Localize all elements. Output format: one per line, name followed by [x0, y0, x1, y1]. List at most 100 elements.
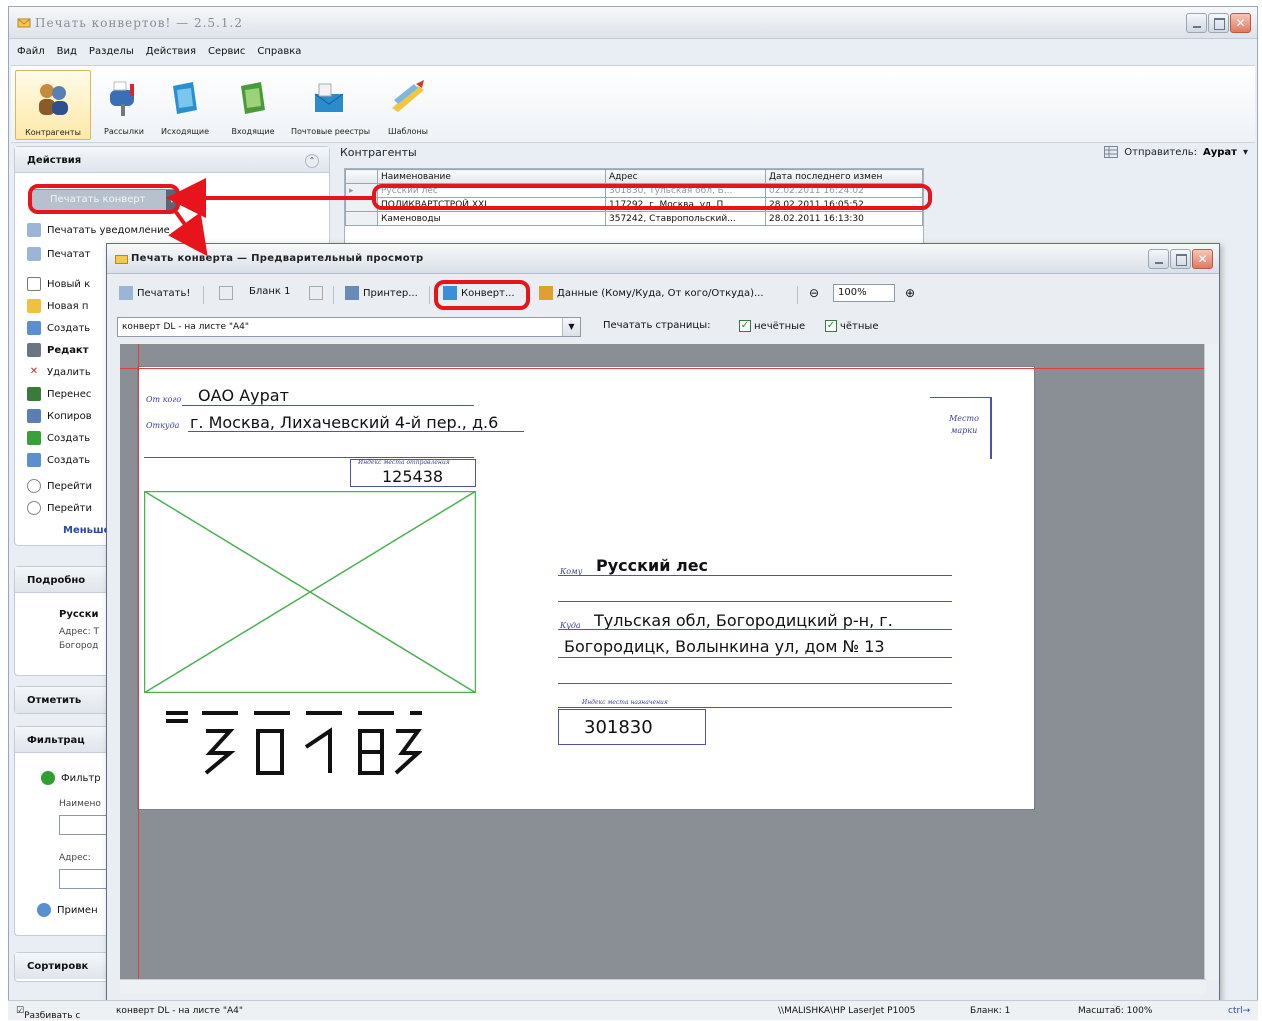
- pencil-icon: [539, 286, 553, 300]
- window-title: Печать конвертов! — 2.5.1.2: [35, 16, 243, 30]
- annotation-highlight-print: [28, 184, 180, 214]
- sender-index-label: Индекс места отправления: [358, 459, 450, 466]
- sender-selector[interactable]: Отправитель: Аурат ▾: [1104, 146, 1248, 158]
- from-label: От кого: [146, 395, 182, 404]
- action-label: Перенес: [47, 388, 92, 400]
- action-goto-1[interactable]: Перейти: [27, 479, 92, 493]
- menu-sections[interactable]: Разделы: [89, 46, 134, 57]
- arrow-right-icon: [309, 286, 323, 300]
- less-link[interactable]: Меньше: [63, 525, 110, 536]
- ribbon-incoming[interactable]: Входящие: [223, 70, 283, 140]
- copy-icon: [27, 409, 41, 423]
- apply-filter-button[interactable]: Примен: [37, 903, 98, 917]
- odd-pages-label: нечётные: [754, 320, 806, 332]
- column-address[interactable]: Адрес: [605, 169, 766, 184]
- to-value: Русский лес: [596, 556, 709, 575]
- print-notice-action[interactable]: Печатать уведомление: [27, 223, 170, 237]
- ribbon-outgoing[interactable]: Исходящие: [155, 70, 215, 140]
- template-value: конверт DL - на листе "A4": [122, 322, 250, 332]
- printer-button[interactable]: Принтер...: [345, 286, 418, 300]
- ribbon-templates[interactable]: Шаблоны: [375, 70, 441, 140]
- to-address-underline-1: [558, 629, 952, 630]
- menu-file[interactable]: Файл: [17, 46, 45, 57]
- action-label: Создать: [47, 432, 91, 444]
- minimize-button[interactable]: [1186, 13, 1207, 33]
- chevron-down-icon[interactable]: ▼: [562, 318, 580, 336]
- group-checkbox[interactable]: ☑ Разбивать с: [16, 1006, 80, 1021]
- action-goto-2[interactable]: Перейти: [27, 501, 92, 515]
- close-button[interactable]: ✕: [1230, 13, 1251, 33]
- print-partial-action[interactable]: Печатат: [27, 247, 91, 261]
- cell-address: 357242, Ставропольский...: [605, 211, 766, 226]
- filter-address-label: Адрес:: [59, 853, 91, 863]
- ribbon-outgoing-label: Исходящие: [160, 127, 209, 136]
- column-date[interactable]: Дата последнего измен: [765, 169, 923, 184]
- zoom-select[interactable]: 100%: [833, 284, 895, 302]
- cell-name: Каменоводы: [377, 211, 606, 226]
- arrow-left-icon: [219, 286, 233, 300]
- dialog-maximize-button[interactable]: [1170, 249, 1191, 269]
- from-extra-line: [144, 457, 474, 458]
- template-select[interactable]: конверт DL - на листе "A4" ▼: [117, 317, 581, 337]
- table-row[interactable]: Каменоводы 357242, Ставропольский... 28.…: [345, 211, 923, 226]
- dialog-title: Печать конверта — Предварительный просмо…: [131, 253, 424, 264]
- collapse-icon[interactable]: ⌃: [305, 154, 319, 168]
- checkmark-icon: ✓: [739, 320, 751, 332]
- column-name[interactable]: Наименование: [377, 169, 606, 184]
- action-create-1[interactable]: Создать: [27, 321, 90, 335]
- action-label: Перейти: [47, 480, 92, 492]
- odd-pages-checkbox[interactable]: ✓ нечётные: [739, 320, 805, 332]
- action-label: Копиров: [47, 410, 92, 422]
- cell-date: 28.02.2011 16:13:30: [765, 211, 923, 226]
- from-address-label: Откуда: [146, 421, 180, 430]
- from-value: ОАО Аурат: [198, 386, 289, 405]
- printer-button-label: Принтер...: [363, 287, 418, 299]
- maximize-button[interactable]: [1208, 13, 1229, 33]
- print-button-label: Печатать!: [137, 287, 191, 299]
- action-create-2[interactable]: Создать: [27, 431, 90, 445]
- dialog-close-button[interactable]: ✕: [1192, 249, 1213, 269]
- details-address-2: Богород: [59, 641, 99, 651]
- action-move[interactable]: Перенес: [27, 387, 91, 401]
- postal-registry-icon: [314, 83, 344, 112]
- action-new-folder[interactable]: Новая п: [27, 299, 88, 313]
- menu-service[interactable]: Сервис: [208, 46, 245, 57]
- templates-icon: [392, 80, 424, 112]
- ribbon-mailings[interactable]: Рассылки: [95, 70, 153, 140]
- data-button[interactable]: Данные (Кому/Куда, От кого/Откуда)...: [539, 286, 764, 300]
- toolbar-separator: [333, 286, 334, 304]
- details-address: Адрес: Т: [59, 627, 99, 637]
- action-create-3[interactable]: Создать: [27, 453, 90, 467]
- action-copy[interactable]: Копиров: [27, 409, 92, 423]
- action-new-contractor[interactable]: Новый к: [27, 277, 90, 291]
- action-delete[interactable]: ✕ Удалить: [27, 365, 91, 379]
- zoom-out-icon: ⊖: [809, 286, 820, 300]
- dialog-minimize-button[interactable]: [1148, 249, 1169, 269]
- image-placeholder: [144, 491, 476, 693]
- action-edit[interactable]: Редакт: [27, 343, 89, 357]
- ribbon-templates-label: Шаблоны: [388, 127, 428, 136]
- from-address-underline: [188, 431, 524, 432]
- prev-blank-button[interactable]: [219, 286, 233, 300]
- recipient-index: 301830: [584, 717, 653, 738]
- menu-view[interactable]: Вид: [57, 46, 77, 57]
- ribbon-contractors[interactable]: Контрагенты: [15, 70, 91, 140]
- zoom-value: 100%: [833, 284, 895, 302]
- next-blank-button[interactable]: [309, 286, 323, 300]
- horizontal-scrollbar[interactable]: [120, 979, 1206, 994]
- zoom-out-button[interactable]: ⊖: [809, 286, 819, 300]
- filter-name-label: Наимено: [59, 799, 101, 809]
- even-pages-checkbox[interactable]: ✓ чётные: [825, 320, 878, 332]
- filter-toggle[interactable]: Фильтр: [41, 771, 101, 785]
- print-button[interactable]: Печатать!: [119, 286, 190, 300]
- from-address-value: г. Москва, Лихачевский 4-й пер., д.6: [190, 413, 499, 432]
- print-pages-label: Печатать страницы:: [603, 320, 711, 331]
- menu-help[interactable]: Справка: [257, 46, 301, 57]
- action-label: Перейти: [47, 502, 92, 514]
- vertical-scrollbar[interactable]: [1204, 344, 1219, 980]
- ribbon-registries-label: Почтовые реестры: [291, 127, 371, 136]
- ribbon-registries[interactable]: Почтовые реестры: [291, 70, 371, 140]
- menu-actions[interactable]: Действия: [146, 46, 196, 57]
- to-address-underline-2: [558, 657, 952, 658]
- zoom-in-button[interactable]: ⊕: [905, 286, 915, 300]
